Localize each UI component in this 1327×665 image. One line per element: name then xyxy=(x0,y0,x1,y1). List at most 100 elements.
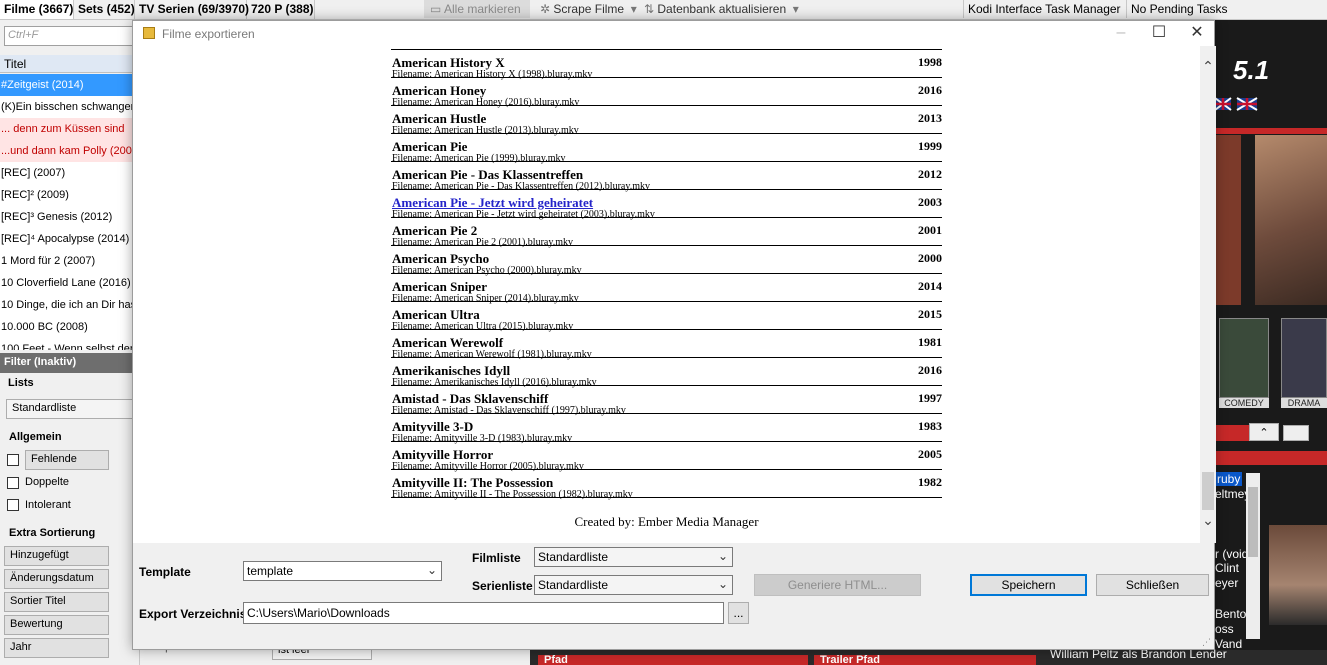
movie-year: 1998 xyxy=(918,55,942,69)
movie-year: 2000 xyxy=(918,251,942,265)
browse-button[interactable]: ... xyxy=(728,602,749,624)
poster-image xyxy=(1215,135,1241,305)
sort-year-button[interactable]: Jahr xyxy=(4,638,109,658)
list-item[interactable]: [REC]⁴ Apocalypse (2014) xyxy=(0,228,139,250)
duplicates-checkbox[interactable] xyxy=(7,477,19,489)
template-select[interactable]: template ⌄ xyxy=(243,561,442,581)
genre-comedy-label: COMEDY xyxy=(1219,398,1269,408)
lists-label: Lists xyxy=(8,377,34,389)
sort-title-button[interactable]: Sortier Titel xyxy=(4,592,109,612)
close-button[interactable]: Schließen xyxy=(1096,574,1209,596)
export-directory-label: Export Verzeichnis xyxy=(139,607,247,621)
save-button[interactable]: Speichern xyxy=(970,574,1087,596)
minus-button[interactable] xyxy=(1283,425,1309,441)
cast-name: ruby xyxy=(1215,472,1243,486)
tab-720p[interactable]: 720 P (388) xyxy=(247,0,315,19)
extra-sort-label: Extra Sortierung xyxy=(9,527,96,539)
sort-changed-button[interactable]: Änderungsdatum xyxy=(4,569,109,589)
movie-year: 2015 xyxy=(918,307,942,321)
serieslist-select[interactable]: Standardliste ⌄ xyxy=(534,575,733,595)
update-database-label: Datenbank aktualisieren xyxy=(657,2,787,16)
scrollbar-thumb[interactable] xyxy=(1202,472,1214,510)
export-report: American History X 1998 Filename: American… xyxy=(391,50,942,500)
list-item[interactable]: 10.000 BC (2008) xyxy=(0,316,139,338)
path-label: Pfad xyxy=(538,655,808,665)
update-database-button[interactable]: ⇅ Datenbank aktualisieren ▾ xyxy=(644,0,799,18)
mark-all-button[interactable]: ▭ Alle markieren xyxy=(424,0,530,18)
list-item[interactable]: ...und dann kam Polly (2004) xyxy=(0,140,139,162)
movie-year: 2003 xyxy=(918,195,942,209)
intolerant-checkbox[interactable] xyxy=(7,499,19,511)
refresh-icon: ⇅ xyxy=(644,2,658,16)
list-item[interactable]: 10 Dinge, die ich an Dir hasse xyxy=(0,294,139,316)
audio-channels-badge: 5.1 xyxy=(1233,55,1270,85)
generate-html-button[interactable]: Generiere HTML... xyxy=(754,574,921,596)
movie-list: #Zeitgeist (2014) (K)Ein bisschen schwan… xyxy=(0,74,139,350)
minimize-icon[interactable]: – xyxy=(1102,21,1140,46)
movie-year: 2013 xyxy=(918,111,942,125)
tab-movies[interactable]: Filme (3667) xyxy=(0,0,74,19)
intolerant-label: Intolerant xyxy=(25,499,71,511)
report-entry: American Honey 2016 Filename: American Hon… xyxy=(391,78,942,108)
search-input[interactable]: Ctrl+F xyxy=(4,26,136,46)
list-item[interactable]: ... denn zum Küssen sind xyxy=(0,118,139,140)
export-directory-input[interactable]: C:\Users\Mario\Downloads xyxy=(243,602,724,624)
html-preview[interactable]: American History X 1998 Filename: American… xyxy=(133,46,1200,543)
fanart-image xyxy=(1255,135,1327,305)
chevron-down-icon: ⌄ xyxy=(717,577,728,591)
chevron-down-icon: ▾ xyxy=(786,2,799,16)
genre-comedy-image xyxy=(1219,318,1269,398)
list-item[interactable]: 1 Mord für 2 (2007) xyxy=(0,250,139,272)
serieslist-value: Standardliste xyxy=(538,578,609,592)
genre-drama-image xyxy=(1281,318,1327,398)
scrape-movies-label: Scrape Filme xyxy=(553,2,625,16)
kodi-task-manager-button[interactable]: Kodi Interface Task Manager xyxy=(963,0,1125,18)
movielist-select[interactable]: Standardliste ⌄ xyxy=(534,547,733,567)
list-item[interactable]: #Zeitgeist (2014) xyxy=(0,74,139,96)
list-item[interactable]: 100 Feet - Wenn selbst der xyxy=(0,338,139,350)
missing-button[interactable]: Fehlende xyxy=(25,450,109,470)
list-item[interactable]: 10 Cloverfield Lane (2016) xyxy=(0,272,139,294)
path-strip: Pfad Trailer Pfad William Peltz als Bran… xyxy=(530,647,1327,665)
list-item[interactable]: [REC]³ Genesis (2012) xyxy=(0,206,139,228)
chevron-down-icon[interactable]: ⌄ xyxy=(1200,512,1216,528)
chevron-up-icon[interactable]: ⌃ xyxy=(1249,423,1279,441)
movie-year: 2001 xyxy=(918,223,942,237)
list-item[interactable]: [REC]² (2009) xyxy=(0,184,139,206)
movie-year: 2005 xyxy=(918,447,942,461)
genre-drama-label: DRAMA xyxy=(1281,398,1327,408)
filter-header[interactable]: Filter (Inaktiv) xyxy=(0,353,139,373)
chevron-down-icon: ▾ xyxy=(624,2,637,16)
tab-sets[interactable]: Sets (452) xyxy=(74,0,135,19)
cast-name: Bento xyxy=(1215,607,1247,621)
list-item[interactable]: (K)Ein bisschen schwanger xyxy=(0,96,139,118)
close-icon[interactable]: ✕ xyxy=(1178,21,1216,46)
movie-year: 1997 xyxy=(918,391,942,405)
sort-rating-button[interactable]: Bewertung xyxy=(4,615,109,635)
cast-scrollbar[interactable] xyxy=(1246,473,1260,639)
report-entry: American Pie 1999 Filename: American Pie (… xyxy=(391,134,942,164)
report-entry: American Werewolf 1981 Filename: American … xyxy=(391,330,942,360)
chevron-up-icon[interactable]: ⌃ xyxy=(1200,58,1216,74)
resize-grip-icon[interactable]: ⋰ xyxy=(1202,637,1212,647)
movie-year: 1982 xyxy=(918,475,942,489)
report-entry: Amityville 3-D 1983 Filename: Amityville 3… xyxy=(391,414,942,444)
movielist-value: Standardliste xyxy=(538,550,609,564)
sort-added-button[interactable]: Hinzugefügt xyxy=(4,546,109,566)
scrape-movies-button[interactable]: ✲ Scrape Filme ▾ xyxy=(540,0,637,18)
maximize-icon[interactable]: ☐ xyxy=(1140,21,1178,46)
tab-tv-series[interactable]: TV Serien (69/3970) xyxy=(135,0,249,19)
list-item[interactable]: [REC] (2007) xyxy=(0,162,139,184)
missing-checkbox[interactable] xyxy=(7,454,19,466)
created-by-footer: Created by: Ember Media Manager xyxy=(574,514,759,529)
title-column-header[interactable]: Titel xyxy=(0,55,139,73)
dialog-titlebar[interactable]: Filme exportieren – ☐ ✕ xyxy=(133,21,1214,46)
movie-year: 2016 xyxy=(918,83,942,97)
folder-icon xyxy=(143,27,155,39)
preview-scrollbar[interactable]: ⌃ ⌄ xyxy=(1200,46,1216,543)
mark-all-label: Alle markieren xyxy=(444,2,521,16)
general-label: Allgemein xyxy=(9,431,62,443)
report-entry: Amerikanisches Idyll 2016 Filename: Amerik… xyxy=(391,358,942,388)
pending-tasks-button[interactable]: No Pending Tasks xyxy=(1126,0,1232,18)
list-select[interactable]: Standardliste xyxy=(6,399,139,419)
